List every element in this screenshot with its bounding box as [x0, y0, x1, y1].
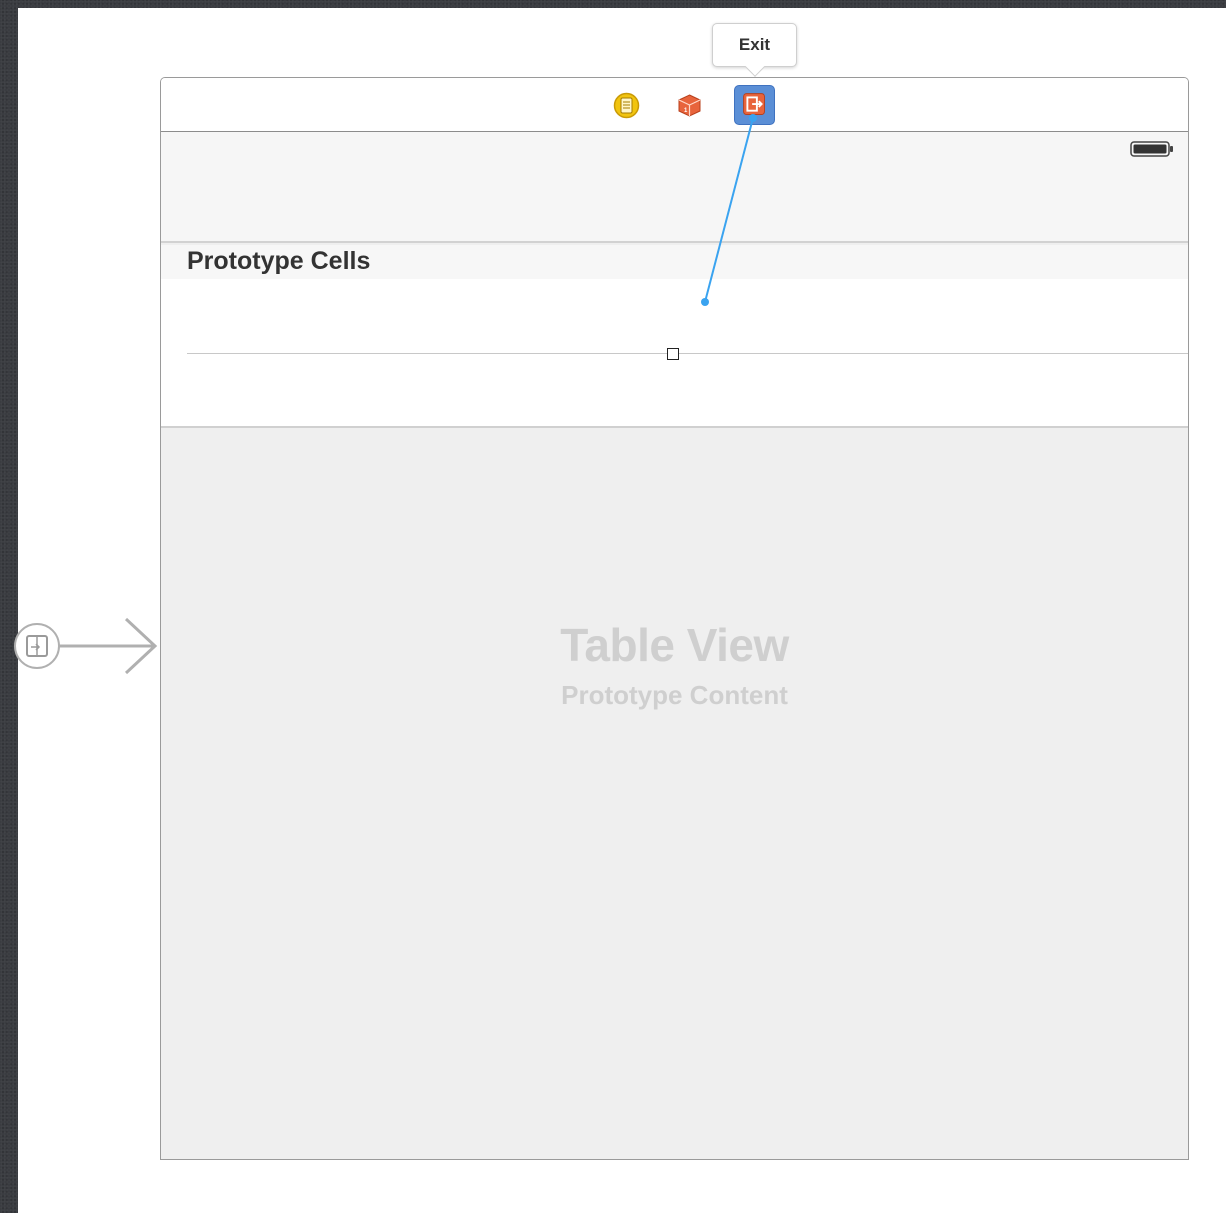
- exit-tooltip: Exit: [712, 23, 797, 67]
- battery-icon: [1130, 141, 1173, 157]
- exit-tooltip-label: Exit: [738, 35, 771, 54]
- resize-handle[interactable]: [667, 348, 679, 360]
- table-view-controller-scene[interactable]: 1 Prototype Cells Table View Prototype C…: [160, 77, 1189, 1160]
- view-controller-icon[interactable]: [613, 92, 640, 119]
- initial-scene-arrow[interactable]: [14, 616, 162, 676]
- table-view-placeholder-subtitle: Prototype Content: [561, 680, 788, 710]
- prototype-cells[interactable]: [161, 279, 1188, 428]
- status-bar: [161, 132, 1188, 243]
- cell-separator: [187, 353, 1188, 354]
- section-header: Prototype Cells: [161, 245, 1188, 279]
- scene-dock: 1: [161, 78, 1188, 132]
- section-header-label: Prototype Cells: [187, 247, 371, 275]
- table-view-placeholder-title: Table View: [560, 619, 789, 671]
- exit-icon[interactable]: [734, 85, 775, 125]
- first-responder-icon[interactable]: 1: [676, 92, 703, 119]
